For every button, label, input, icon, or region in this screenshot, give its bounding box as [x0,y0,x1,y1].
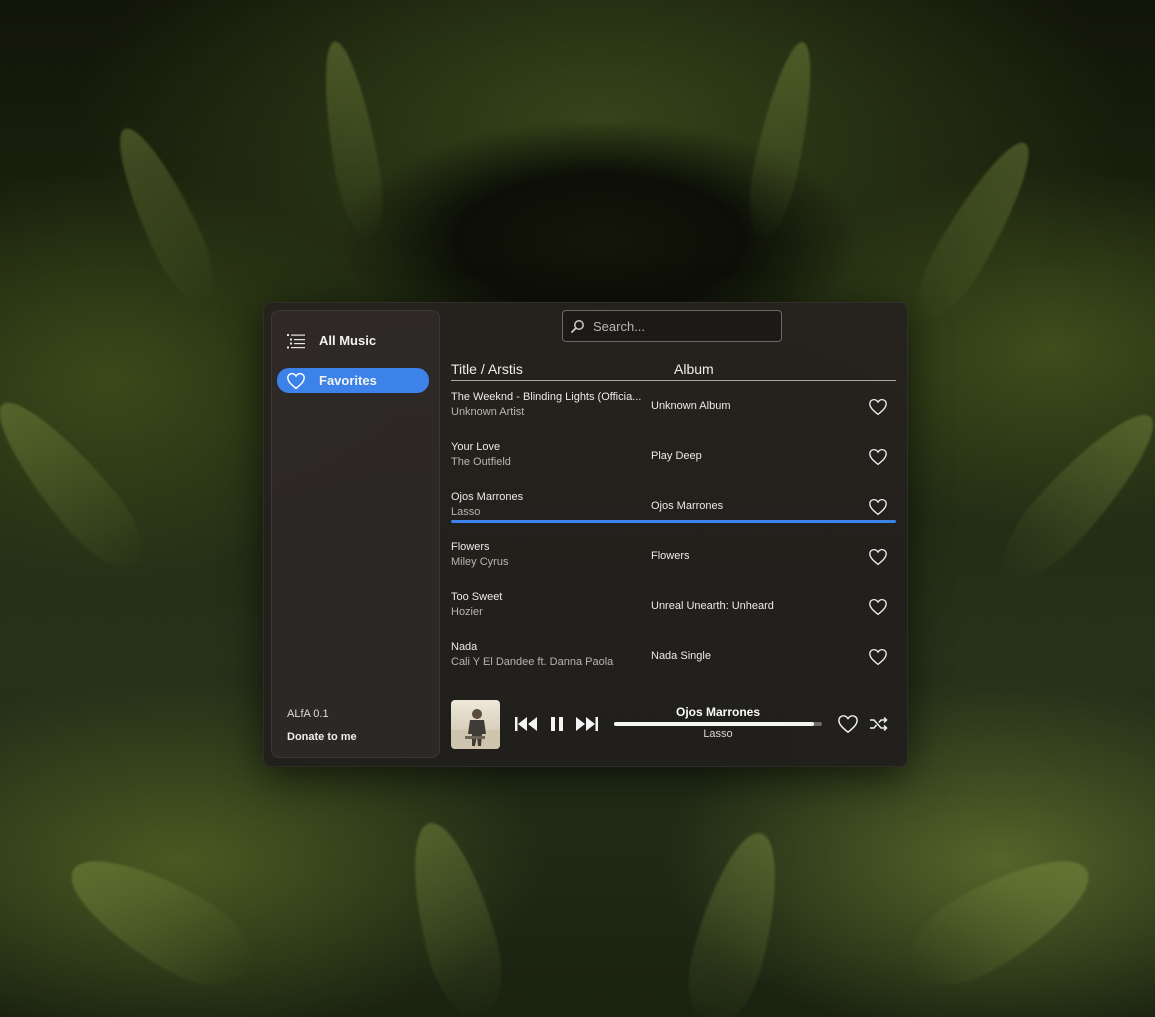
now-playing-artist: Lasso [703,728,733,740]
list-icon [286,331,306,351]
song-title: Your Love [451,441,501,453]
heart-icon[interactable] [868,648,888,666]
sidebar-item-all-music[interactable]: All Music [277,328,429,353]
song-title: Nada [451,641,478,653]
song-artist: Cali Y El Dandee ft. Danna Paola [451,656,614,668]
song-artist: Lasso [451,506,481,518]
song-album: Unknown Album [651,400,731,412]
song-artist: Hozier [451,606,483,618]
song-row[interactable]: Nada Cali Y El Dandee ft. Danna Paola Na… [451,637,896,687]
song-album: Unreal Unearth: Unheard [651,600,774,612]
music-player-window: All Music Favorites ALfA 0.1 Donate to m… [263,302,908,767]
song-artist: Unknown Artist [451,406,525,418]
heart-icon[interactable] [868,598,888,616]
heart-icon[interactable] [868,548,888,566]
song-title: Too Sweet [451,591,503,603]
song-album: Play Deep [651,450,702,462]
song-album: Flowers [651,550,690,562]
heart-icon[interactable] [868,398,888,416]
search-input[interactable] [591,317,775,335]
list-header: Title / Arstis Album [451,360,896,381]
player-bar: Ojos Marrones Lasso [451,700,896,750]
song-row[interactable]: The Weeknd - Blinding Lights (Officia...… [451,387,896,437]
progress-bar[interactable] [614,722,822,726]
song-list: The Weeknd - Blinding Lights (Officia...… [451,387,896,687]
heart-icon [286,371,306,391]
donate-link[interactable]: Donate to me [287,731,357,743]
now-playing-title: Ojos Marrones [675,705,761,719]
search-icon [571,319,585,333]
column-header-album[interactable]: Album [674,361,714,377]
album-cover [451,700,500,749]
shuffle-icon[interactable] [868,714,890,734]
song-artist: The Outfield [451,456,511,468]
song-title: Ojos Marrones [451,491,524,503]
song-row-playing[interactable]: Ojos Marrones Lasso Ojos Marrones [451,487,896,537]
song-album: Nada Single [651,650,711,662]
sidebar-item-label: All Music [319,333,377,348]
column-header-title[interactable]: Title / Arstis [451,361,523,377]
previous-icon[interactable] [513,714,539,734]
song-row[interactable]: Too Sweet Hozier Unreal Unearth: Unheard [451,587,896,637]
song-title: Flowers [451,541,490,553]
search-box[interactable] [562,310,782,342]
sidebar-item-label: Favorites [319,373,377,388]
sidebar-item-favorites[interactable]: Favorites [277,368,429,393]
song-row[interactable]: Flowers Miley Cyrus Flowers [451,537,896,587]
song-title: The Weeknd - Blinding Lights (Officia... [451,391,642,403]
song-row[interactable]: Your Love The Outfield Play Deep [451,437,896,487]
pause-icon[interactable] [544,714,570,734]
heart-icon[interactable] [868,448,888,466]
song-album: Ojos Marrones [651,500,724,512]
song-artist: Miley Cyrus [451,556,509,568]
heart-icon[interactable] [837,714,859,734]
heart-icon[interactable] [868,498,888,516]
progress-fill [614,722,814,726]
app-version: ALfA 0.1 [287,708,329,720]
sidebar: All Music Favorites ALfA 0.1 Donate to m… [271,310,440,758]
next-icon[interactable] [574,714,600,734]
